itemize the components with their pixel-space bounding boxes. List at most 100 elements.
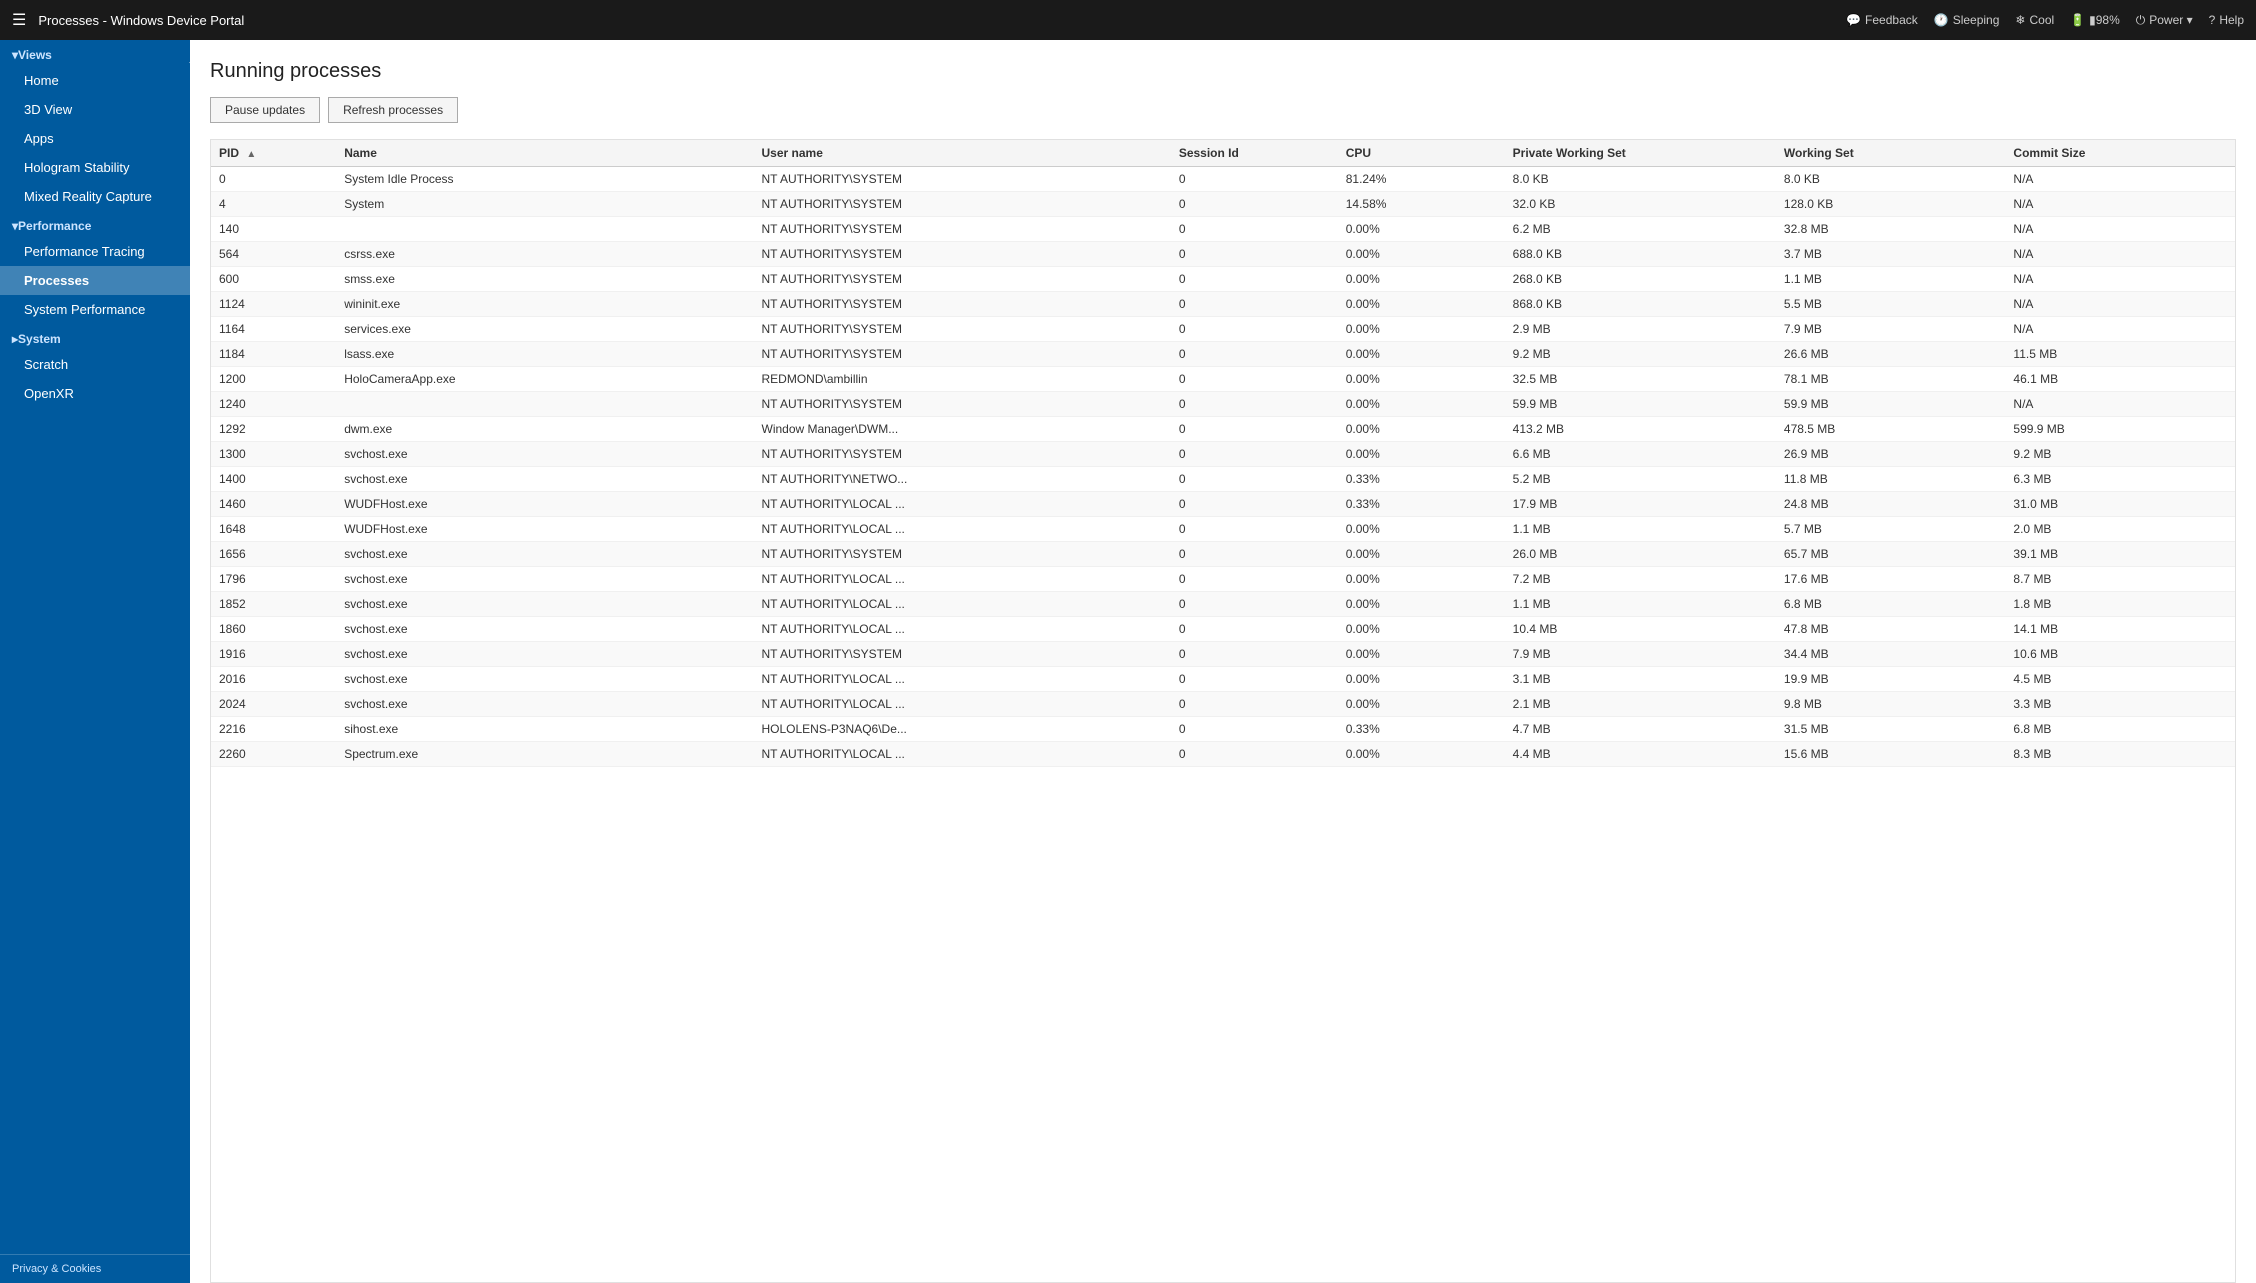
cell-name: csrss.exe [336,242,753,267]
cell-private_working: 6.6 MB [1505,442,1776,467]
cell-session: 0 [1171,217,1338,242]
table-row[interactable]: 1200HoloCameraApp.exeREDMOND\ambillin00.… [211,367,2235,392]
cell-name: System [336,192,753,217]
sidebar-item-processes[interactable]: Processes [0,266,190,295]
cell-private_working: 7.2 MB [1505,567,1776,592]
col-header-session[interactable]: Session Id [1171,140,1338,167]
table-row[interactable]: 600smss.exeNT AUTHORITY\SYSTEM00.00%268.… [211,267,2235,292]
cell-pid: 1400 [211,467,336,492]
table-row[interactable]: 1656svchost.exeNT AUTHORITY\SYSTEM00.00%… [211,542,2235,567]
table-row[interactable]: 1184lsass.exeNT AUTHORITY\SYSTEM00.00%9.… [211,342,2235,367]
cell-working_set: 78.1 MB [1776,367,2006,392]
table-row[interactable]: 1460WUDFHost.exeNT AUTHORITY\LOCAL ...00… [211,492,2235,517]
cell-username: NT AUTHORITY\SYSTEM [754,217,1171,242]
privacy-cookies-link[interactable]: Privacy & Cookies [0,1254,190,1283]
cell-name: System Idle Process [336,167,753,192]
sidebar-item-apps[interactable]: Apps [0,124,190,153]
cell-private_working: 7.9 MB [1505,642,1776,667]
cell-working_set: 5.7 MB [1776,517,2006,542]
feedback-button[interactable]: 💬 Feedback [1846,13,1918,27]
cell-pid: 1300 [211,442,336,467]
sleeping-button[interactable]: 🕐 Sleeping [1934,13,2000,27]
table-row[interactable]: 4SystemNT AUTHORITY\SYSTEM014.58%32.0 KB… [211,192,2235,217]
col-header-pid[interactable]: PID ▲ [211,140,336,167]
cell-pid: 1460 [211,492,336,517]
cell-username: NT AUTHORITY\SYSTEM [754,292,1171,317]
table-row[interactable]: 2260Spectrum.exeNT AUTHORITY\LOCAL ...00… [211,742,2235,767]
cell-pid: 1656 [211,542,336,567]
cell-cpu: 0.00% [1338,392,1505,417]
cell-pid: 1916 [211,642,336,667]
sleeping-label: Sleeping [1953,13,2000,27]
cell-commit_size: 4.5 MB [2005,667,2235,692]
refresh-processes-button[interactable]: Refresh processes [328,97,458,123]
col-header-working-set[interactable]: Working Set [1776,140,2006,167]
sidebar-item-home[interactable]: Home [0,66,190,95]
table-row[interactable]: 1796svchost.exeNT AUTHORITY\LOCAL ...00.… [211,567,2235,592]
table-row[interactable]: 1916svchost.exeNT AUTHORITY\SYSTEM00.00%… [211,642,2235,667]
table-row[interactable]: 0System Idle ProcessNT AUTHORITY\SYSTEM0… [211,167,2235,192]
sidebar-item-3dview[interactable]: 3D View [0,95,190,124]
table-row[interactable]: 1300svchost.exeNT AUTHORITY\SYSTEM00.00%… [211,442,2235,467]
col-header-private-working[interactable]: Private Working Set [1505,140,1776,167]
cell-cpu: 0.00% [1338,267,1505,292]
table-row[interactable]: 1400svchost.exeNT AUTHORITY\NETWO...00.3… [211,467,2235,492]
help-button[interactable]: ? Help [2209,13,2244,27]
table-row[interactable]: 2024svchost.exeNT AUTHORITY\LOCAL ...00.… [211,692,2235,717]
sidebar-section-performance[interactable]: ▾Performance [0,211,190,237]
table-row[interactable]: 1124wininit.exeNT AUTHORITY\SYSTEM00.00%… [211,292,2235,317]
power-label: Power ▾ [2149,13,2192,27]
cell-working_set: 17.6 MB [1776,567,2006,592]
cell-username: NT AUTHORITY\LOCAL ... [754,492,1171,517]
sidebar-item-scratch[interactable]: Scratch [0,350,190,379]
battery-button[interactable]: 🔋 ▮98% [2070,13,2120,27]
cell-commit_size: 599.9 MB [2005,417,2235,442]
cell-private_working: 1.1 MB [1505,592,1776,617]
cell-cpu: 0.00% [1338,367,1505,392]
table-row[interactable]: 1164services.exeNT AUTHORITY\SYSTEM00.00… [211,317,2235,342]
content-area: Running processes Pause updates Refresh … [190,40,2256,1283]
cell-name: svchost.exe [336,617,753,642]
col-header-username[interactable]: User name [754,140,1171,167]
cell-pid: 1200 [211,367,336,392]
col-header-name[interactable]: Name [336,140,753,167]
cell-username: NT AUTHORITY\LOCAL ... [754,742,1171,767]
menu-icon[interactable]: ☰ [12,10,26,30]
cell-username: NT AUTHORITY\LOCAL ... [754,592,1171,617]
table-row[interactable]: 564csrss.exeNT AUTHORITY\SYSTEM00.00%688… [211,242,2235,267]
processes-table-wrapper[interactable]: PID ▲ Name User name Session Id CPU Priv… [210,139,2236,1283]
cell-session: 0 [1171,392,1338,417]
table-row[interactable]: 2216sihost.exeHOLOLENS-P3NAQ6\De...00.33… [211,717,2235,742]
table-row[interactable]: 1292dwm.exeWindow Manager\DWM...00.00%41… [211,417,2235,442]
table-row[interactable]: 2016svchost.exeNT AUTHORITY\LOCAL ...00.… [211,667,2235,692]
cell-commit_size: N/A [2005,242,2235,267]
table-row[interactable]: 1648WUDFHost.exeNT AUTHORITY\LOCAL ...00… [211,517,2235,542]
cell-session: 0 [1171,517,1338,542]
cool-icon: ❄ [2015,13,2025,27]
table-row[interactable]: 1860svchost.exeNT AUTHORITY\LOCAL ...00.… [211,617,2235,642]
cell-working_set: 34.4 MB [1776,642,2006,667]
table-row[interactable]: 1852svchost.exeNT AUTHORITY\LOCAL ...00.… [211,592,2235,617]
cell-pid: 1184 [211,342,336,367]
cell-username: NT AUTHORITY\SYSTEM [754,317,1171,342]
sidebar-item-openxr[interactable]: OpenXR [0,379,190,408]
sidebar-item-mixed-reality-capture[interactable]: Mixed Reality Capture [0,182,190,211]
sidebar-item-hologram-stability[interactable]: Hologram Stability [0,153,190,182]
pause-updates-button[interactable]: Pause updates [210,97,320,123]
table-row[interactable]: 1240NT AUTHORITY\SYSTEM00.00%59.9 MB59.9… [211,392,2235,417]
cell-pid: 1860 [211,617,336,642]
table-body: 0System Idle ProcessNT AUTHORITY\SYSTEM0… [211,167,2235,767]
sidebar-item-system-performance[interactable]: System Performance [0,295,190,324]
col-header-commit-size[interactable]: Commit Size [2005,140,2235,167]
cool-button[interactable]: ❄ Cool [2015,13,2054,27]
sidebar-item-performance-tracing[interactable]: Performance Tracing [0,237,190,266]
table-row[interactable]: 140NT AUTHORITY\SYSTEM00.00%6.2 MB32.8 M… [211,217,2235,242]
sidebar-section-system[interactable]: ▸System [0,324,190,350]
cell-commit_size: 6.8 MB [2005,717,2235,742]
sidebar-section-views[interactable]: ▾Views [0,40,190,66]
collapse-sidebar-button[interactable]: ◀ [184,50,190,74]
cell-session: 0 [1171,667,1338,692]
cell-name: services.exe [336,317,753,342]
col-header-cpu[interactable]: CPU [1338,140,1505,167]
power-button[interactable]: ⏻ Power ▾ [2136,13,2193,28]
